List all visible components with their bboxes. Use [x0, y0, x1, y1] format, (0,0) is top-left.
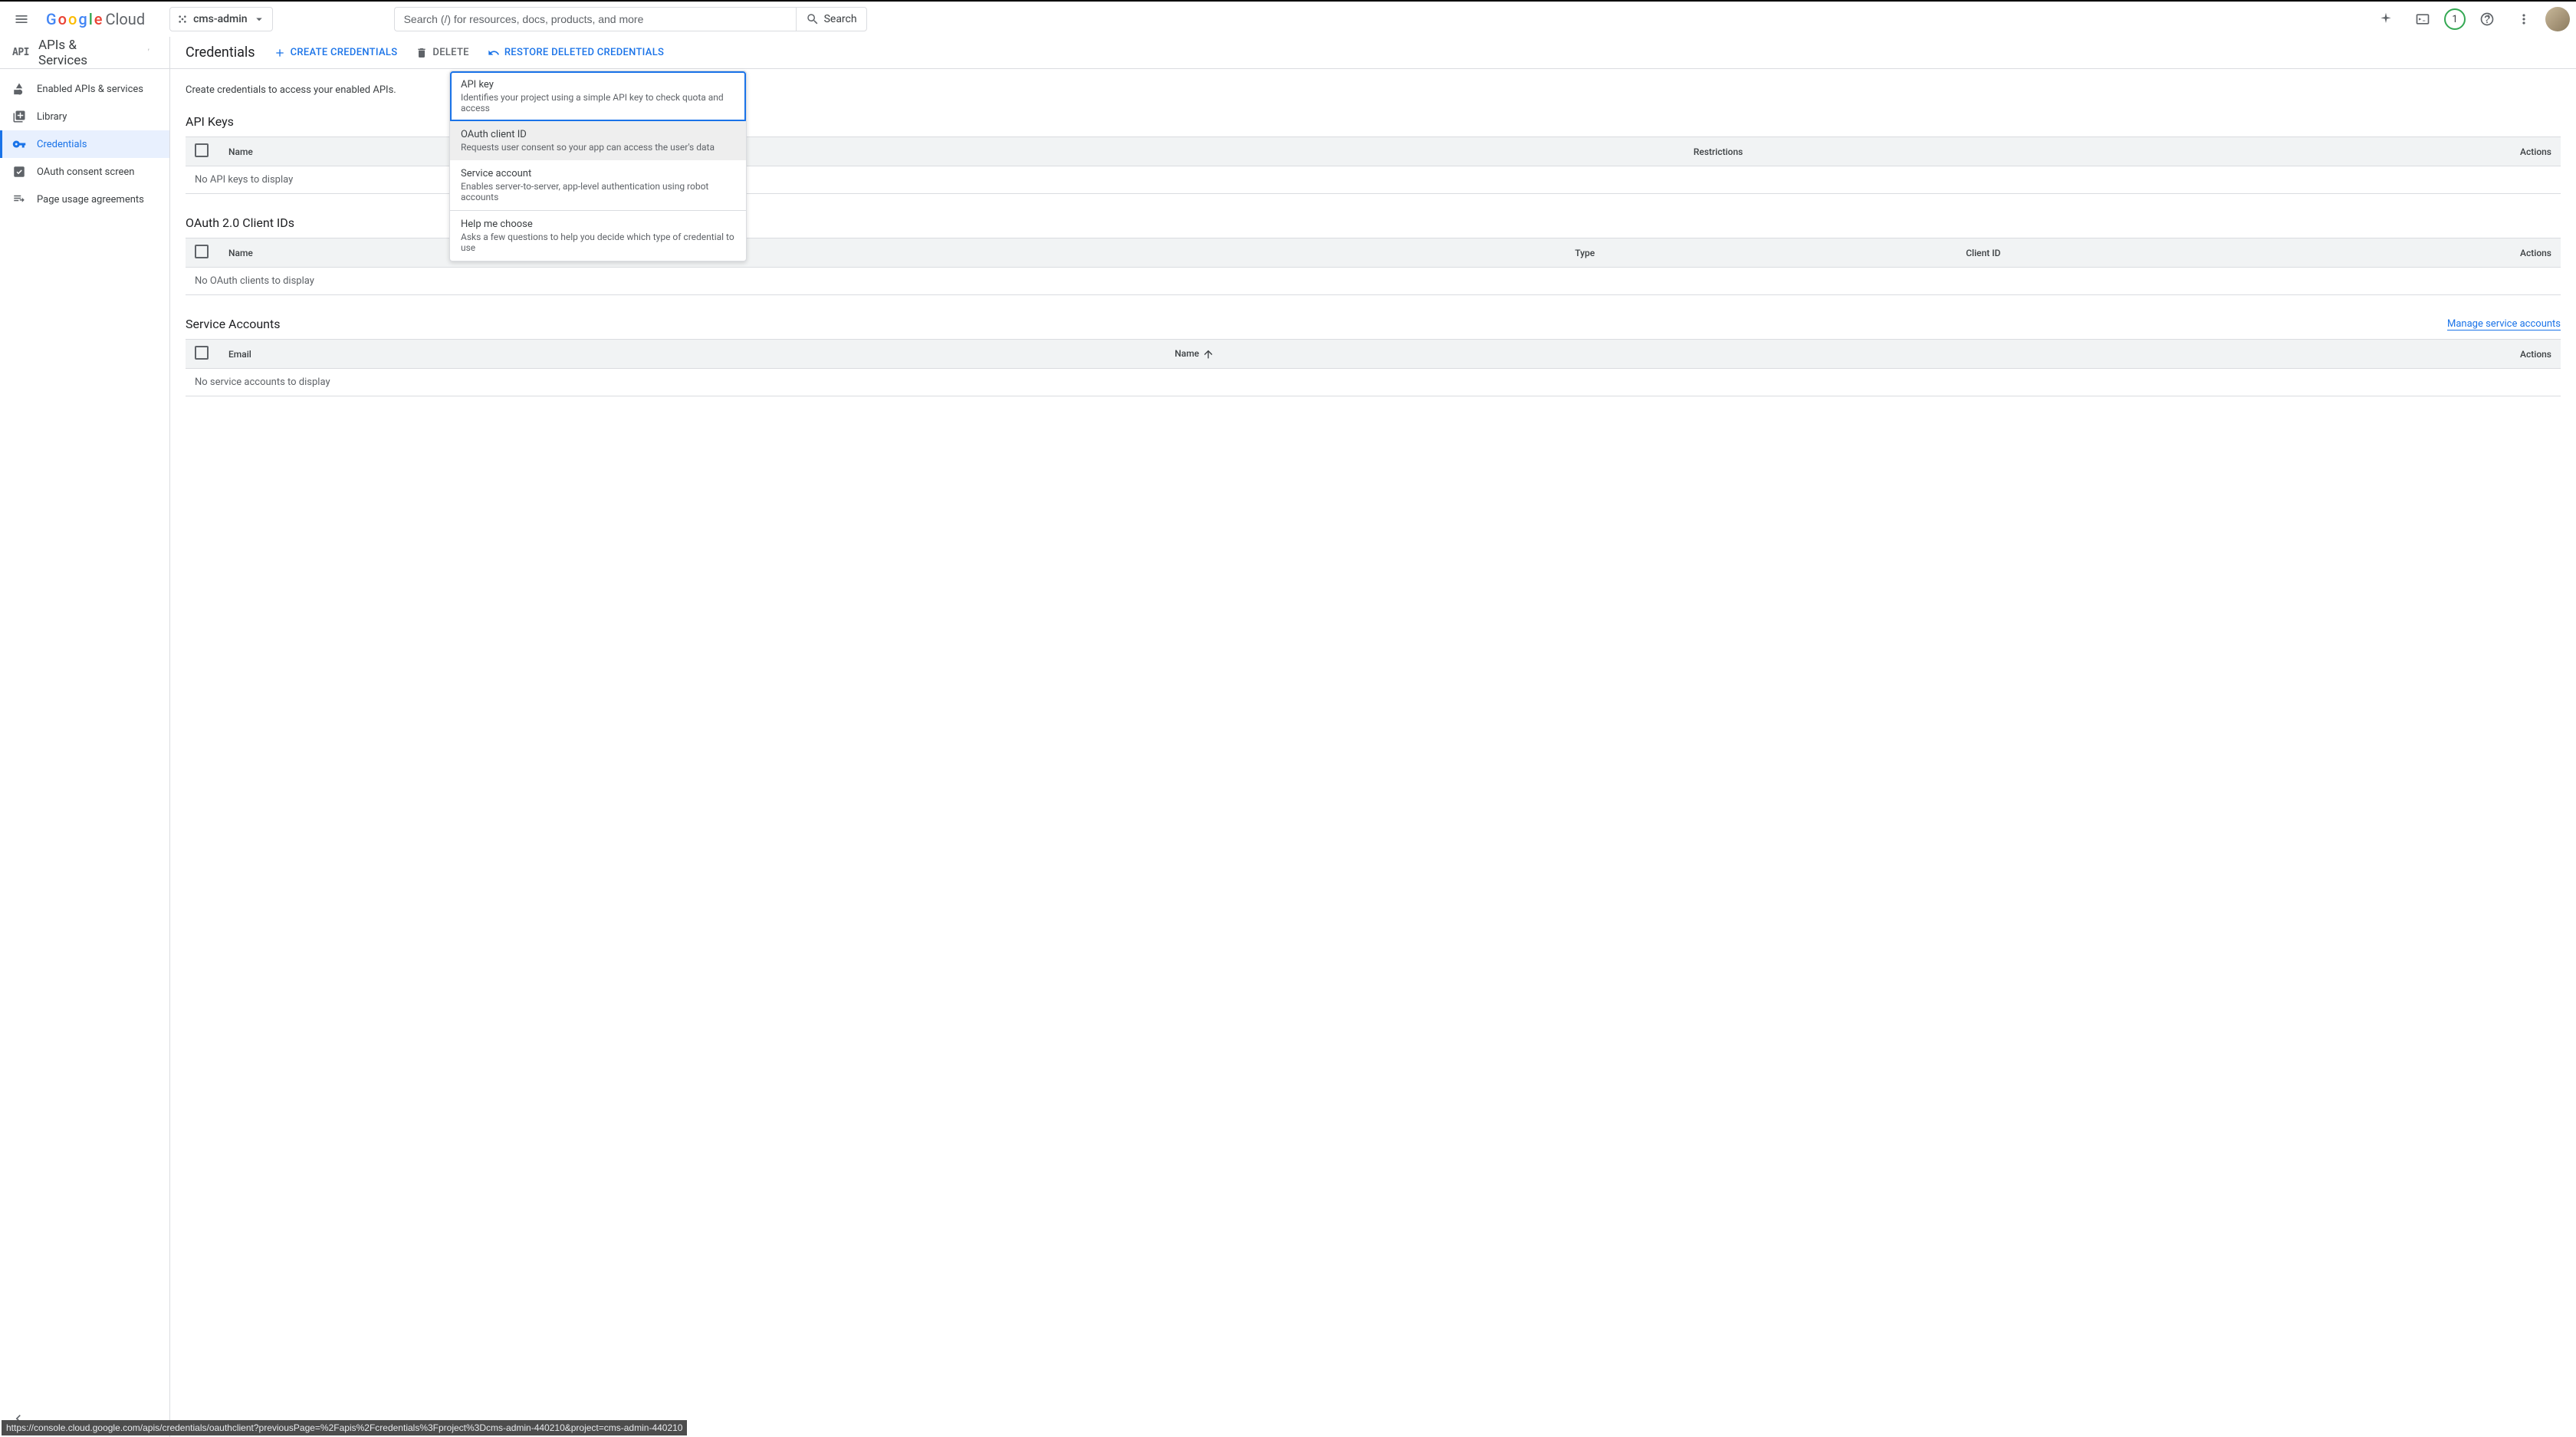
dropdown-item-api-key[interactable]: API key Identifies your project using a …	[450, 71, 746, 121]
project-icon	[176, 13, 189, 25]
library-icon	[12, 110, 26, 123]
sidebar-nav: Enabled APIs & services Library Credenti…	[0, 69, 169, 1437]
project-picker[interactable]: cms-admin	[169, 7, 272, 31]
trash-icon	[416, 47, 428, 59]
select-all-checkbox[interactable]	[195, 346, 209, 360]
nav-label: Credentials	[37, 139, 87, 150]
page-usage-icon	[12, 192, 26, 206]
topbar-right: 1	[2371, 4, 2570, 35]
nav-library[interactable]: Library	[0, 103, 169, 130]
logo-cloud-text: Cloud	[106, 10, 146, 28]
help-button[interactable]	[2472, 4, 2502, 35]
col-actions: Actions	[2499, 340, 2561, 369]
nav-label: Page usage agreements	[37, 194, 144, 206]
more-button[interactable]	[2509, 4, 2539, 35]
restore-label: RESTORE DELETED CREDENTIALS	[504, 47, 664, 58]
col-email[interactable]: Email	[219, 340, 1165, 369]
manage-service-accounts-link[interactable]: Manage service accounts	[2447, 318, 2561, 330]
nav-label: Enabled APIs & services	[37, 84, 143, 95]
product-title: APIs & Services	[38, 38, 127, 68]
dd-desc: Requests user consent so your app can ac…	[461, 142, 735, 153]
dd-desc: Enables server-to-server, app-level auth…	[461, 181, 735, 202]
nav-label: OAuth consent screen	[37, 166, 134, 178]
oauth-consent-icon	[12, 165, 26, 179]
plus-icon	[274, 47, 286, 59]
col-restrictions[interactable]: Restrictions	[1684, 137, 2499, 166]
cloud-shell-button[interactable]	[2407, 4, 2438, 35]
col-client-id[interactable]: Client ID	[1957, 238, 2499, 268]
service-accounts-header: Service Accounts Manage service accounts	[186, 317, 2561, 331]
enabled-apis-icon	[12, 82, 26, 96]
dd-desc: Asks a few questions to help you decide …	[461, 232, 735, 253]
dd-title: Help me choose	[461, 219, 735, 230]
top-bar: Google Cloud cms-admin Search 1	[0, 0, 2576, 37]
search-input[interactable]	[394, 7, 796, 31]
gemini-button[interactable]	[2371, 4, 2401, 35]
service-accounts-table: Email Name Actions No service accounts t…	[186, 339, 2561, 396]
api-icon: API	[12, 47, 29, 58]
empty-message: No OAuth clients to display	[186, 268, 2561, 295]
nav-credentials[interactable]: Credentials	[0, 130, 169, 158]
dropdown-item-service-account[interactable]: Service account Enables server-to-server…	[450, 160, 746, 210]
dropdown-item-oauth[interactable]: OAuth client ID Requests user consent so…	[450, 121, 746, 160]
create-credentials-dropdown: API key Identifies your project using a …	[449, 71, 747, 261]
restore-icon	[488, 47, 500, 59]
dd-title: API key	[461, 79, 735, 90]
create-credentials-button[interactable]: CREATE CREDENTIALS	[274, 47, 398, 59]
select-all-checkbox[interactable]	[195, 245, 209, 258]
delete-button[interactable]: DELETE	[416, 47, 468, 59]
delete-label: DELETE	[432, 47, 468, 58]
page-header: Credentials CREATE CREDENTIALS DELETE RE…	[170, 37, 2576, 69]
credentials-icon	[12, 137, 26, 151]
search-container: Search	[394, 7, 867, 31]
col-name[interactable]: Name	[1165, 340, 2499, 369]
select-all-checkbox[interactable]	[195, 143, 209, 157]
sidebar-header: API APIs & Services	[0, 37, 169, 69]
dd-title: OAuth client ID	[461, 129, 735, 140]
search-label: Search	[824, 13, 857, 25]
pin-icon	[140, 47, 153, 59]
help-icon	[2479, 12, 2495, 27]
dd-desc: Identifies your project using a simple A…	[461, 92, 735, 113]
sort-asc-icon	[1202, 348, 1214, 360]
col-actions: Actions	[2499, 137, 2561, 166]
sparkle-icon	[2378, 12, 2394, 27]
page-title: Credentials	[186, 44, 255, 61]
more-vert-icon	[2516, 12, 2532, 27]
nav-page-usage[interactable]: Page usage agreements	[0, 186, 169, 213]
google-cloud-logo[interactable]: Google Cloud	[46, 10, 145, 28]
dropdown-item-help-choose[interactable]: Help me choose Asks a few questions to h…	[450, 211, 746, 261]
menu-button[interactable]	[6, 4, 37, 35]
main-content: Credentials CREATE CREDENTIALS DELETE RE…	[170, 37, 2576, 1437]
col-creation[interactable]: Creation date	[657, 238, 1566, 268]
service-accounts-title: Service Accounts	[186, 317, 280, 331]
create-label: CREATE CREDENTIALS	[291, 47, 398, 58]
terminal-icon	[2415, 12, 2430, 27]
restore-button[interactable]: RESTORE DELETED CREDENTIALS	[488, 47, 664, 59]
empty-message: No service accounts to display	[186, 369, 2561, 396]
hamburger-icon	[14, 12, 29, 27]
project-name: cms-admin	[193, 13, 247, 25]
dd-title: Service account	[461, 168, 735, 179]
pin-button[interactable]	[136, 42, 157, 64]
notifications-button[interactable]: 1	[2444, 8, 2466, 30]
caret-down-icon	[252, 12, 266, 26]
col-actions: Actions	[2499, 238, 2561, 268]
col-type[interactable]: Type	[1566, 238, 1957, 268]
status-url-tooltip: https://console.cloud.google.com/apis/cr…	[2, 1420, 687, 1435]
nav-enabled-apis[interactable]: Enabled APIs & services	[0, 75, 169, 103]
search-button[interactable]: Search	[796, 7, 867, 31]
nav-label: Library	[37, 111, 67, 123]
nav-oauth-consent[interactable]: OAuth consent screen	[0, 158, 169, 186]
search-icon	[806, 12, 820, 26]
account-avatar[interactable]	[2545, 7, 2570, 31]
sidebar: API APIs & Services Enabled APIs & servi…	[0, 37, 170, 1437]
